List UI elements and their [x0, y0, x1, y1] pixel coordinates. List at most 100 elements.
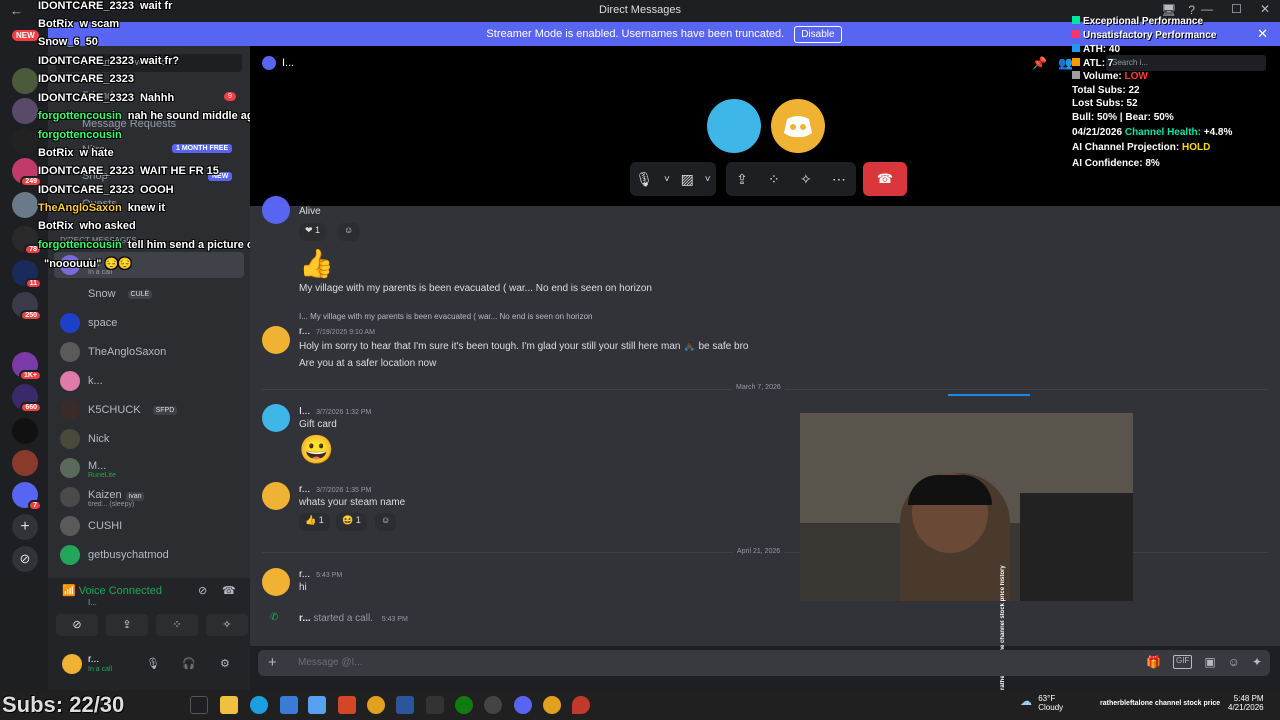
add-server-icon[interactable]: + [12, 514, 38, 540]
camera-off-icon[interactable]: ▨ [681, 171, 694, 188]
gift-icon[interactable]: 🎁 [1146, 655, 1161, 669]
headphones-icon[interactable]: 🎧 [182, 657, 196, 670]
participant-avatar[interactable] [707, 99, 761, 153]
discord-logo-icon [784, 116, 812, 138]
reply-preview[interactable]: I... My village with my parents is been … [299, 312, 592, 321]
close-window-icon[interactable]: ✕ [1260, 2, 1270, 16]
server-icon[interactable]: 249 [12, 158, 42, 187]
add-reaction-icon[interactable]: ☺ [338, 223, 360, 241]
edge-icon[interactable] [250, 696, 268, 714]
dm-item[interactable]: getbusychatmod [54, 542, 244, 568]
reaction-thumbs[interactable]: 👍 1 [299, 513, 330, 531]
gif-icon[interactable]: GIF [1172, 655, 1193, 669]
noise-suppression-icon[interactable]: ⊘ [198, 584, 207, 597]
apps-icon[interactable]: ✦ [1252, 655, 1262, 669]
message-input[interactable]: Message @I... [298, 657, 363, 668]
soundboard-button[interactable]: ✧ [206, 614, 248, 636]
emoji-icon[interactable]: ☺ [1228, 655, 1240, 669]
maps-pin-icon[interactable] [572, 696, 590, 714]
bull-bear: Bull: 50% | Bear: 50% [1072, 112, 1174, 123]
soundboard-icon[interactable]: ✧ [800, 171, 812, 188]
discord-icon[interactable] [514, 696, 532, 714]
dm-item[interactable]: TheAngloSaxon [54, 339, 244, 365]
server-icon[interactable]: 7 [12, 482, 42, 511]
message-text: Are you at a safer location now [299, 358, 437, 369]
attach-plus-icon[interactable]: + [268, 654, 277, 671]
dm-item[interactable]: K5CHUCK SFPD [54, 397, 244, 423]
discover-icon[interactable]: ⊘ [12, 546, 38, 572]
unread-badge: 660 [20, 402, 42, 413]
activity-button[interactable]: ⁘ [156, 614, 198, 636]
mic-icon[interactable]: 🎙 [635, 171, 653, 188]
dm-item[interactable]: CUSHI [54, 513, 244, 539]
nav-shop[interactable]: Shop [82, 170, 108, 182]
disconnect-icon[interactable]: ☎ [222, 584, 236, 597]
disable-button[interactable]: Disable [794, 25, 842, 43]
avatar [262, 404, 290, 432]
server-icon[interactable] [12, 98, 38, 124]
mic-control[interactable]: 🎙 ˅ ▨ ˅ [630, 162, 716, 196]
user-avatar[interactable] [62, 654, 82, 674]
add-reaction-icon[interactable]: ☺ [375, 513, 397, 531]
dm-section-header: Direct Messages [60, 236, 137, 245]
mic-icon[interactable]: 🎙 [146, 657, 160, 670]
minimize-icon[interactable]: — [1201, 2, 1213, 16]
more-icon[interactable]: ⋯ [832, 171, 846, 188]
server-icon[interactable]: 660 [12, 384, 42, 413]
screenshare-button[interactable]: ⇪ [106, 614, 148, 636]
server-icon[interactable] [12, 418, 38, 444]
dm-item[interactable]: k... [54, 368, 244, 394]
store-icon[interactable] [280, 696, 298, 714]
server-icon[interactable]: 1K+ [12, 352, 42, 381]
banner-close-icon[interactable]: ✕ [1257, 26, 1268, 42]
server-icon[interactable]: 11 [12, 260, 42, 289]
activity-icon[interactable]: ⁘ [768, 171, 780, 188]
chevron-down-icon[interactable]: ˅ [664, 174, 670, 185]
chrome-icon[interactable] [367, 696, 385, 714]
word-icon[interactable] [396, 696, 414, 714]
taskview-icon[interactable] [190, 696, 208, 714]
powerpoint-icon[interactable] [338, 696, 356, 714]
server-icon[interactable]: 78 [12, 226, 42, 255]
server-icon[interactable] [12, 192, 38, 218]
nav-quests[interactable]: Quests [82, 198, 117, 210]
search-input[interactable]: Search i... [1106, 55, 1266, 71]
help-icon[interactable]: ? [1188, 3, 1195, 17]
server-icon[interactable] [12, 128, 38, 154]
hangup-button[interactable]: ☎ [863, 162, 907, 196]
weather-widget[interactable]: ☁ 63°F Cloudy [1020, 694, 1063, 712]
app-icon[interactable] [484, 696, 502, 714]
server-icon[interactable] [12, 450, 38, 476]
xbox-icon[interactable] [455, 696, 473, 714]
find-conversation-input[interactable]: Find or start a conversation [56, 54, 242, 72]
nav-friends[interactable]: Friends [82, 90, 119, 102]
sticker-icon[interactable]: ▣ [1204, 655, 1215, 669]
nav-nitro[interactable]: Nitro [82, 144, 105, 156]
server-icon[interactable]: 250 [12, 292, 42, 321]
nav-message-requests[interactable]: Message Requests [82, 118, 176, 130]
add-friend-icon[interactable]: 👥 [1058, 56, 1073, 70]
taskbar-clock[interactable]: 5:48 PM 4/21/2026 [1228, 694, 1264, 712]
chrome-icon[interactable] [543, 696, 561, 714]
dm-item[interactable]: Snow CULĖ [54, 281, 244, 307]
file-explorer-icon[interactable] [220, 696, 238, 714]
app-icon[interactable] [426, 696, 444, 714]
chevron-down-icon[interactable]: ˅ [705, 174, 711, 185]
reaction-laugh[interactable]: 😆 1 [336, 513, 367, 531]
app-icon[interactable] [308, 696, 326, 714]
server-icon[interactable] [12, 68, 38, 94]
maximize-icon[interactable]: ☐ [1231, 2, 1242, 16]
dm-status: RuneLite [88, 472, 117, 479]
settings-gear-icon[interactable]: ⚙ [220, 657, 230, 670]
dm-item[interactable]: Kaizen ivan tired... (sleepy) [54, 484, 244, 510]
camera-button[interactable]: ⊘ [56, 614, 98, 636]
dm-item[interactable]: Nick [54, 426, 244, 452]
dm-item[interactable]: I... In a call [54, 252, 244, 278]
dm-item[interactable]: M... RuneLite [54, 455, 244, 481]
screenshare-icon[interactable]: ⇪ [736, 171, 748, 188]
participant-avatar[interactable] [771, 99, 825, 153]
reaction-heart[interactable]: ❤ 1 [299, 223, 327, 241]
dm-item[interactable]: space [54, 310, 244, 336]
pin-icon[interactable]: 📌 [1032, 56, 1047, 70]
inbox-icon[interactable]: 🖥 [1161, 3, 1176, 17]
